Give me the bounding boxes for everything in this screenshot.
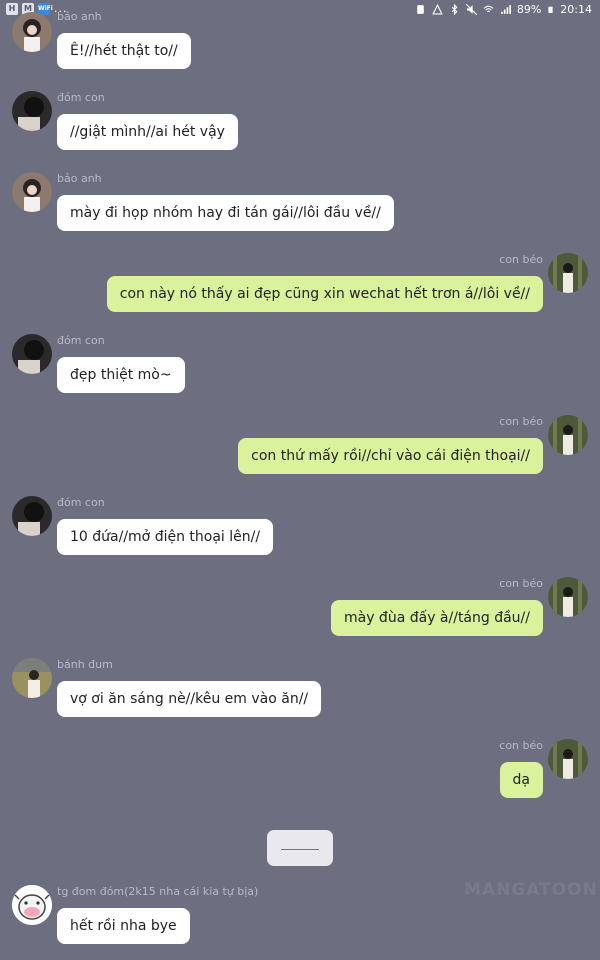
girl-portrait-avatar[interactable] xyxy=(12,12,52,52)
forest-girl-avatar[interactable] xyxy=(548,415,588,455)
sim-icon xyxy=(417,5,424,14)
sender-name: đóm con xyxy=(57,334,105,347)
message-bubble[interactable]: //giật mình//ai hét vậy xyxy=(57,114,238,150)
message-bubble[interactable]: con này nó thấy ai đẹp cũng xin wechat h… xyxy=(106,276,543,312)
bluetooth-icon xyxy=(451,4,458,15)
signal-warning-icon xyxy=(432,4,443,15)
message-bubble[interactable]: 10 đứa//mở điện thoại lên// xyxy=(57,519,274,555)
sender-name: con béo xyxy=(499,415,543,428)
message-bubble[interactable]: hết rồi nha bye xyxy=(57,908,190,944)
cow-avatar[interactable] xyxy=(12,885,52,925)
sender-name: con béo xyxy=(499,253,543,266)
sender-name: bảo anh xyxy=(57,172,102,185)
sender-name: con béo xyxy=(499,577,543,590)
message-bubble[interactable]: vợ ơi ăn sáng nè//kêu em vào ăn// xyxy=(57,681,322,717)
message-bubble[interactable]: Ê!//hét thật to// xyxy=(57,33,191,69)
sender-name: đóm con xyxy=(57,91,105,104)
sender-name: bánh đum xyxy=(57,658,113,671)
mute-icon xyxy=(465,4,477,15)
sender-name: bảo anh xyxy=(57,10,102,23)
app-h-icon: H xyxy=(6,3,18,15)
dark-hair-avatar[interactable] xyxy=(12,496,52,536)
battery-icon xyxy=(548,6,553,13)
sender-name: con béo xyxy=(499,739,543,752)
divider-line xyxy=(281,849,319,850)
sender-name: tg đom đóm(2k15 nha cái kia tự bịa) xyxy=(57,885,259,898)
message-bubble[interactable]: đẹp thiệt mò~ xyxy=(57,357,185,393)
girl-portrait-avatar[interactable] xyxy=(12,172,52,212)
status-bar-right: 89% 20:14 xyxy=(415,3,592,16)
dark-hair-avatar[interactable] xyxy=(12,334,52,374)
watermark: MANGATOON xyxy=(464,880,598,900)
dark-hair-avatar[interactable] xyxy=(12,91,52,131)
wifi-icon xyxy=(483,5,494,13)
message-bubble[interactable]: mày đi họp nhóm hay đi tán gái//lôi đầu … xyxy=(57,195,394,231)
clock: 20:14 xyxy=(560,3,592,16)
battery-percent: 89% xyxy=(516,3,542,16)
message-bubble[interactable]: con thứ mấy rồi//chỉ vào cái điện thoại/… xyxy=(238,438,543,474)
message-bubble[interactable]: dạ xyxy=(499,762,543,798)
forest-girl-avatar[interactable] xyxy=(548,739,588,779)
forest-girl-avatar[interactable] xyxy=(548,253,588,293)
forest-girl-avatar[interactable] xyxy=(548,577,588,617)
message-bubble[interactable]: mày đùa đấy à//táng đầu// xyxy=(330,600,543,636)
end-divider xyxy=(267,830,333,866)
sender-name: đóm con xyxy=(57,496,105,509)
signal-icon xyxy=(500,5,511,14)
field-girl-avatar[interactable] xyxy=(12,658,52,698)
